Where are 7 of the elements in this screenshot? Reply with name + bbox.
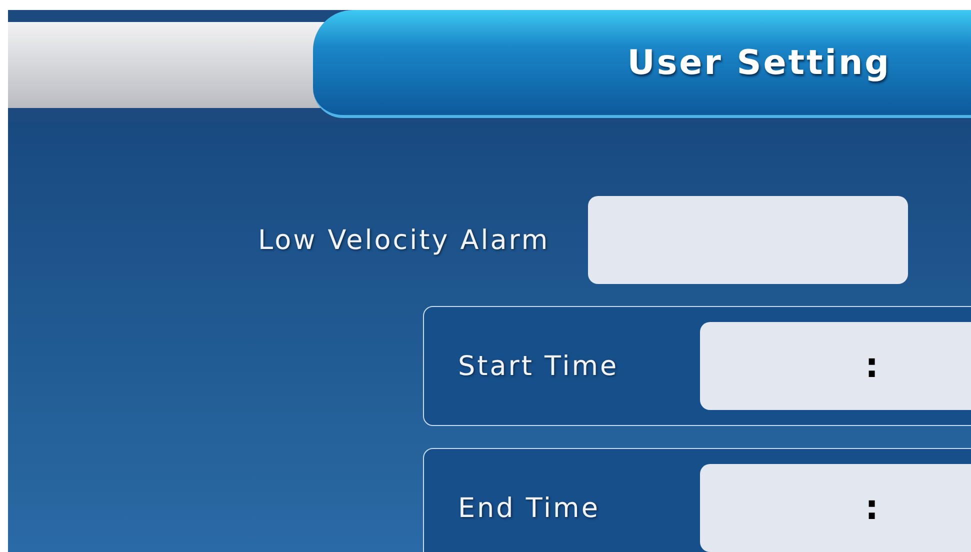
time-input-field[interactable]: :	[700, 464, 971, 552]
field-label: Start Time	[458, 350, 620, 382]
field-label: End Time	[458, 492, 601, 524]
field-label: Low Velocity Alarm	[258, 224, 550, 256]
time-input-field[interactable]: :	[700, 322, 971, 410]
input-field[interactable]	[588, 196, 908, 284]
screen-title: User Setting	[627, 42, 891, 82]
